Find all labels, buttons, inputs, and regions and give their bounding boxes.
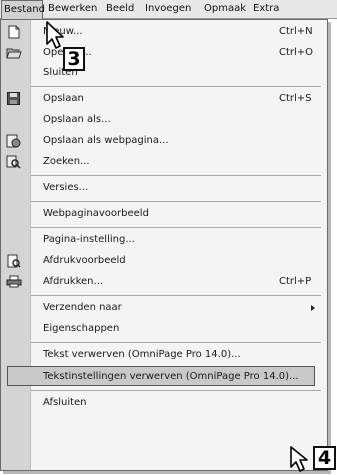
printer-icon xyxy=(5,274,22,289)
menu-item-shortcut: Ctrl+S xyxy=(279,93,312,104)
menu-item-label: Eigenschappen xyxy=(43,323,120,334)
new-document-icon xyxy=(5,24,22,39)
menu-item-label: Afdrukvoorbeeld xyxy=(43,255,126,266)
menu-item-versies[interactable]: Versies... xyxy=(1,178,327,198)
callout-badge-4: 4 xyxy=(313,446,336,470)
print-preview-icon xyxy=(5,253,22,268)
menu-item-shortcut: Ctrl+N xyxy=(279,26,313,37)
menu-item-tekst-verwerven[interactable]: Tekst verwerven (OmniPage Pro 14.0)... xyxy=(1,345,327,365)
menu-separator xyxy=(31,295,321,296)
menu-item-tekstinstellingen-verwerven[interactable]: Tekstinstellingen verwerven (OmniPage Pr… xyxy=(7,366,315,386)
web-page-icon xyxy=(5,133,22,148)
menu-item-label: Opslaan als webpagina... xyxy=(43,135,169,146)
menu-item-label: Tekst verwerven (OmniPage Pro 14.0)... xyxy=(43,349,241,360)
menu-item-afdrukvoorbeeld[interactable]: Afdrukvoorbeeld xyxy=(1,251,327,271)
menu-item-afsluiten[interactable]: Afsluiten xyxy=(1,393,327,413)
menu-item-eigenschappen[interactable]: Eigenschappen xyxy=(1,319,327,339)
floppy-disk-icon xyxy=(5,91,22,106)
menu-separator xyxy=(31,201,321,202)
mouse-cursor-icon xyxy=(46,21,64,49)
menu-separator xyxy=(31,86,321,87)
search-icon xyxy=(5,154,22,169)
menu-item-opslaan-als[interactable]: Opslaan als... xyxy=(1,110,327,130)
menu-invoegen[interactable]: Invoegen xyxy=(145,0,191,18)
menu-separator xyxy=(31,390,321,391)
menu-item-label: Afsluiten xyxy=(43,397,87,408)
menu-item-shortcut: Ctrl+P xyxy=(279,276,312,287)
menu-item-sluiten[interactable]: Sluiten xyxy=(1,63,327,83)
callout-badge-3: 3 xyxy=(63,47,85,71)
open-folder-icon xyxy=(5,45,22,60)
menu-bewerken[interactable]: Bewerken xyxy=(48,0,97,18)
menu-extra[interactable]: Extra xyxy=(253,0,279,18)
menu-item-pagina-instelling[interactable]: Pagina-instelling... xyxy=(1,230,327,250)
menu-item-label: Tekstinstellingen verwerven (OmniPage Pr… xyxy=(43,371,299,382)
menu-item-zoeken[interactable]: Zoeken... xyxy=(1,152,327,172)
menu-item-label: Webpaginavoorbeeld xyxy=(43,208,149,219)
menu-separator xyxy=(31,342,321,343)
file-menu-dropdown: Nieuw... Ctrl+N Openen... Ctrl+O Sluiten… xyxy=(0,19,328,471)
menu-beeld[interactable]: Beeld xyxy=(106,0,134,18)
menu-separator xyxy=(31,227,321,228)
submenu-arrow-icon xyxy=(311,305,315,311)
menu-item-label: Pagina-instelling... xyxy=(43,234,135,245)
menu-item-webpaginavoorbeeld[interactable]: Webpaginavoorbeeld xyxy=(1,204,327,224)
menu-item-label: Opslaan xyxy=(43,93,84,104)
menu-item-opslaan[interactable]: Opslaan Ctrl+S xyxy=(1,89,327,109)
menu-bar: Bestand Bewerken Beeld Invoegen Opmaak E… xyxy=(0,0,337,19)
menu-separator xyxy=(31,175,321,176)
menu-item-label: Opslaan als... xyxy=(43,114,111,125)
menu-opmaak[interactable]: Opmaak xyxy=(204,0,246,18)
menu-item-opslaan-als-webpagina[interactable]: Opslaan als webpagina... xyxy=(1,131,327,151)
menu-item-label: Afdrukken... xyxy=(43,276,104,287)
menu-item-label: Verzenden naar xyxy=(43,302,122,313)
menu-bestand[interactable]: Bestand xyxy=(1,0,45,19)
menu-item-label: Zoeken... xyxy=(43,156,90,167)
menu-item-afdrukken[interactable]: Afdrukken... Ctrl+P xyxy=(1,272,327,292)
menu-item-label: Versies... xyxy=(43,182,89,193)
menu-item-shortcut: Ctrl+O xyxy=(279,47,314,58)
menu-item-verzenden-naar[interactable]: Verzenden naar xyxy=(1,298,327,318)
